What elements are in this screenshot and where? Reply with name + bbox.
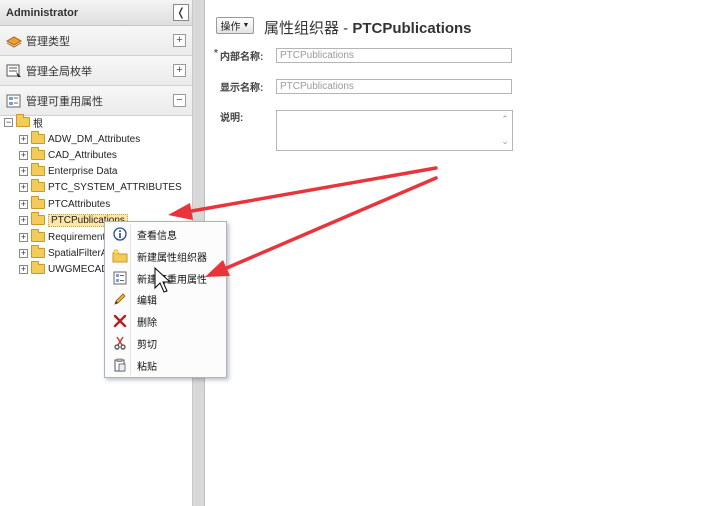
collapse-panel-button[interactable]: ❬ (173, 4, 189, 21)
context-menu: 查看信息 新建属性组织器 新建可重用属性 编辑 删除 剪切 粘贴 (104, 221, 227, 378)
tree-node[interactable]: + SpatialFilterA (19, 245, 107, 261)
tree-node-label: PTCAttributes (48, 198, 111, 210)
page-title-name: PTCPublications (352, 20, 472, 37)
expand-node-icon[interactable]: + (19, 215, 28, 225)
tree-node-label: PTC_SYSTEM_ATTRIBUTES (48, 181, 182, 193)
section-label: 管理可重用属性 (26, 95, 103, 108)
scissors-icon (112, 335, 128, 351)
section-manage-reusable-attributes[interactable]: 管理可重用属性 − (0, 86, 192, 116)
attributes-icon (6, 94, 22, 108)
page-title-prefix: 属性组织器 - (264, 20, 353, 37)
expand-node-icon[interactable]: + (19, 182, 28, 192)
expand-node-icon[interactable]: + (19, 199, 28, 209)
required-mark: * (214, 48, 218, 59)
internal-name-field[interactable]: PTCPublications (276, 48, 512, 63)
section-manage-enums[interactable]: 管理全局枚举 + (0, 56, 192, 86)
panel-header: Administrator (0, 0, 192, 26)
folder-icon (31, 131, 45, 144)
tree-node[interactable]: + Requirement (19, 229, 105, 245)
tree-node-label: ADW_DM_Attributes (48, 133, 141, 145)
tree-root[interactable]: − 根 (4, 114, 43, 130)
expand-node-icon[interactable]: + (19, 166, 28, 176)
scroll-up-icon[interactable]: ⌃ (500, 115, 510, 124)
scroll-down-icon[interactable]: ⌄ (500, 137, 510, 146)
tree-node[interactable]: + PTCAttributes (19, 196, 110, 212)
tree-node[interactable]: + CAD_Attributes (19, 147, 117, 163)
menu-item-label: 新建可重用属性 (137, 274, 207, 286)
paste-icon (112, 357, 128, 373)
expand-node-icon[interactable]: + (19, 264, 28, 274)
new-folder-icon (112, 248, 128, 264)
menu-item-new-organizer[interactable]: 新建属性组织器 (108, 246, 224, 266)
collapse-node-icon[interactable]: − (4, 117, 13, 127)
folder-icon (31, 229, 45, 242)
menu-item-view-info[interactable]: 查看信息 (108, 224, 224, 244)
folder-icon (31, 245, 45, 258)
panel-title: Administrator (6, 6, 79, 19)
enum-icon (6, 64, 22, 78)
folder-icon (31, 212, 45, 225)
section-manage-types[interactable]: 管理类型 + (0, 26, 192, 56)
section-label: 管理类型 (26, 35, 70, 48)
menu-item-label: 编辑 (137, 295, 157, 307)
menu-item-cut[interactable]: 剪切 (108, 333, 224, 353)
tree-node-label: SpatialFilterA (48, 247, 108, 259)
tree-node[interactable]: + Enterprise Data (19, 163, 117, 179)
menu-item-label: 查看信息 (137, 230, 177, 242)
menu-item-new-reusable-attribute[interactable]: 新建可重用属性 (108, 268, 224, 288)
menu-item-paste[interactable]: 粘贴 (108, 355, 224, 375)
tree-node-label: CAD_Attributes (48, 149, 117, 161)
types-icon (5, 34, 23, 48)
expand-node-icon[interactable]: + (19, 248, 28, 258)
display-name-value: PTCPublications (280, 81, 354, 92)
tree-node-label: 根 (33, 118, 43, 130)
expand-node-icon[interactable]: + (19, 134, 28, 144)
actions-button[interactable]: 操作 ▼ (216, 17, 254, 34)
pencil-icon (112, 291, 128, 307)
folder-icon (31, 196, 45, 209)
tree-node-label: Requirement (48, 231, 106, 243)
menu-item-delete[interactable]: 删除 (108, 311, 224, 331)
tree-node[interactable]: + ADW_DM_Attributes (19, 131, 140, 147)
info-icon (112, 226, 128, 242)
folder-icon (31, 163, 45, 176)
folder-icon (31, 261, 45, 274)
expand-node-icon[interactable]: + (19, 232, 28, 242)
page-title: 属性组织器 - PTCPublications (264, 17, 472, 38)
expand-icon[interactable]: + (173, 34, 186, 47)
new-attribute-icon (112, 270, 128, 286)
internal-name-value: PTCPublications (280, 50, 354, 61)
display-name-label: 显示名称: (220, 83, 264, 94)
folder-icon (31, 147, 45, 160)
actions-label: 操作 (220, 22, 241, 33)
collapse-icon[interactable]: − (173, 94, 186, 107)
tree-node-label: Enterprise Data (48, 165, 118, 177)
chevron-left-icon: ❬ (176, 7, 186, 19)
details-panel: 操作 ▼ 属性组织器 - PTCPublications * 内部名称: PTC… (206, 0, 724, 506)
internal-name-label: 内部名称: (220, 52, 264, 63)
menu-item-edit[interactable]: 编辑 (108, 289, 224, 309)
menu-item-label: 新建属性组织器 (137, 252, 207, 264)
expand-node-icon[interactable]: + (19, 150, 28, 160)
menu-item-label: 粘贴 (137, 361, 157, 373)
section-label: 管理全局枚举 (26, 65, 92, 78)
tree-node[interactable]: + PTC_SYSTEM_ATTRIBUTES (19, 179, 182, 195)
delete-icon (112, 313, 128, 329)
menu-item-label: 删除 (137, 317, 157, 329)
expand-icon[interactable]: + (173, 64, 186, 77)
folder-icon (31, 179, 45, 192)
folder-icon (16, 114, 30, 127)
description-label: 说明: (220, 113, 244, 124)
caret-down-icon: ▼ (242, 22, 250, 29)
tree-node[interactable]: + UWGMECAD_ (19, 261, 114, 277)
display-name-field[interactable]: PTCPublications (276, 79, 512, 94)
description-textarea[interactable]: ⌃ ⌄ (276, 110, 513, 151)
menu-item-label: 剪切 (137, 339, 157, 351)
